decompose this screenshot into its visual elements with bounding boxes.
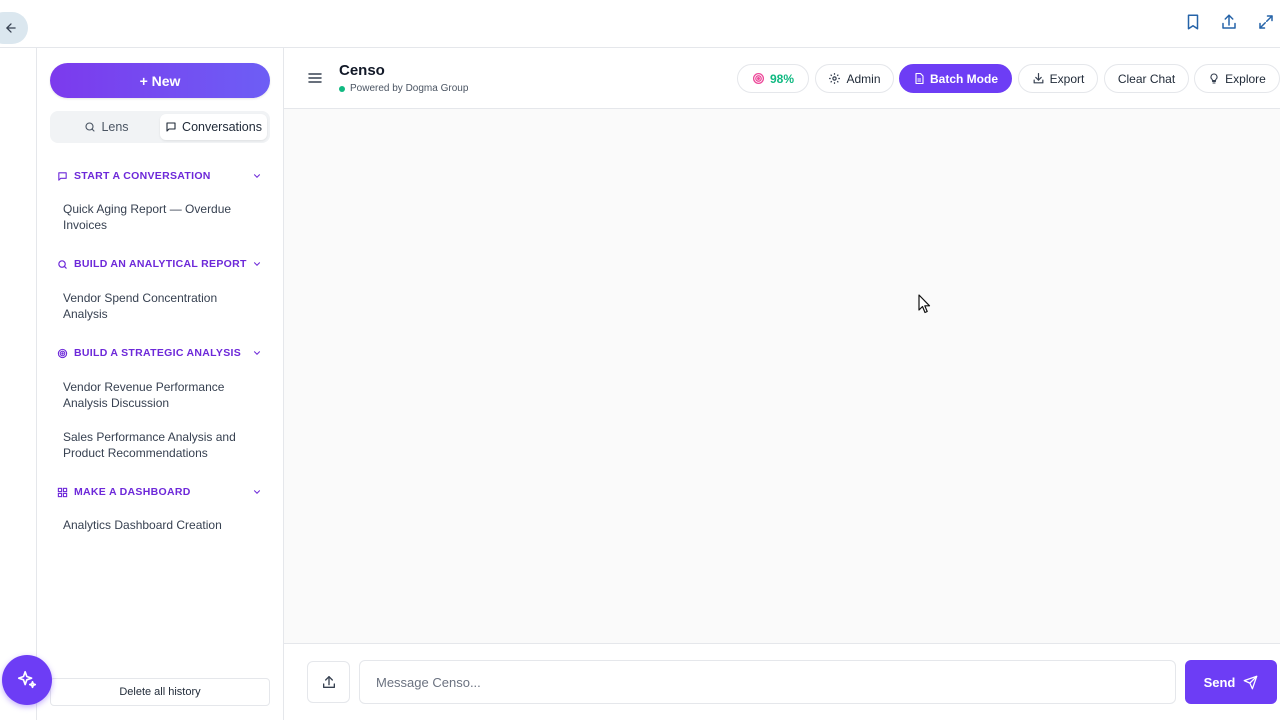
conversation-item[interactable]: Sales Performance Analysis and Product R… — [63, 429, 253, 461]
sidebar-tabs: Lens Conversations — [50, 111, 270, 143]
section-strategic-analysis[interactable]: BUILD A STRATEGIC ANALYSIS — [57, 344, 262, 362]
clear-chat-label: Clear Chat — [1117, 71, 1176, 86]
conversation-item[interactable]: Analytics Dashboard Creation — [63, 517, 253, 533]
admin-label: Admin — [846, 71, 881, 86]
batch-mode-label: Batch Mode — [929, 71, 998, 86]
chat-messages-area[interactable] — [284, 109, 1280, 643]
batch-mode-button[interactable]: Batch Mode — [899, 64, 1012, 93]
message-input[interactable] — [359, 660, 1176, 704]
document-icon — [913, 72, 925, 85]
chevron-down-icon — [252, 487, 262, 497]
export-label: Export — [1049, 71, 1085, 86]
bookmark-icon[interactable] — [1182, 11, 1204, 33]
section-title: BUILD AN ANALYTICAL REPORT — [74, 258, 247, 270]
section-title: START A CONVERSATION — [74, 170, 211, 182]
conversation-item[interactable]: Vendor Spend Concentration Analysis — [63, 290, 253, 322]
subtitle-text: Powered by Dogma Group — [350, 83, 469, 94]
send-icon — [1243, 675, 1258, 690]
sidebar: + New Lens Conversations START A CONVERS… — [37, 48, 284, 720]
score-badge[interactable]: 98% — [737, 64, 809, 93]
explore-label: Explore — [1225, 71, 1266, 86]
search-icon — [57, 259, 68, 270]
top-bar — [0, 0, 1280, 48]
chat-header: Censo Powered by Dogma Group 98% Admin B… — [284, 48, 1280, 109]
score-value: 98% — [769, 71, 795, 86]
chevron-down-icon — [252, 171, 262, 181]
chat-icon — [57, 171, 68, 182]
section-analytical-report[interactable]: BUILD AN ANALYTICAL REPORT — [57, 255, 262, 273]
gear-icon — [828, 72, 841, 85]
chat-icon — [165, 121, 177, 133]
delete-history-button[interactable]: Delete all history — [50, 678, 270, 706]
tab-lens-label: Lens — [101, 120, 129, 134]
search-icon — [84, 121, 96, 133]
mouse-cursor-icon — [918, 294, 932, 314]
new-button[interactable]: + New — [50, 63, 270, 98]
upload-button[interactable] — [307, 661, 350, 703]
expand-icon[interactable] — [1255, 11, 1277, 33]
conversation-item[interactable]: Vendor Revenue Performance Analysis Disc… — [63, 379, 253, 411]
send-label: Send — [1203, 674, 1236, 690]
status-dot — [339, 85, 345, 92]
back-button[interactable] — [0, 12, 28, 44]
tab-lens[interactable]: Lens — [53, 114, 160, 140]
assistant-fab-button[interactable] — [2, 655, 52, 705]
left-rail — [0, 48, 37, 720]
grid-icon — [57, 487, 68, 498]
send-button[interactable]: Send — [1185, 660, 1277, 704]
lightbulb-icon — [1208, 72, 1220, 85]
share-icon[interactable] — [1218, 11, 1240, 33]
section-start-conversation[interactable]: START A CONVERSATION — [57, 167, 262, 185]
chevron-down-icon — [252, 259, 262, 269]
upload-icon — [321, 674, 337, 690]
tab-conversations-label: Conversations — [182, 120, 262, 134]
tab-conversations[interactable]: Conversations — [160, 114, 267, 140]
admin-button[interactable]: Admin — [815, 64, 894, 93]
export-button[interactable]: Export — [1018, 64, 1098, 93]
target-icon — [752, 72, 765, 85]
download-icon — [1032, 72, 1045, 85]
chevron-down-icon — [252, 348, 262, 358]
clear-chat-button[interactable]: Clear Chat — [1104, 64, 1189, 93]
page-title: Censo — [339, 62, 385, 79]
arrow-left-icon — [4, 21, 18, 35]
conversation-item[interactable]: Quick Aging Report — Overdue Invoices — [63, 201, 253, 233]
menu-icon[interactable] — [307, 70, 323, 86]
target-icon — [57, 348, 68, 359]
section-title: BUILD A STRATEGIC ANALYSIS — [74, 347, 242, 359]
section-title: MAKE A DASHBOARD — [74, 486, 191, 498]
sparkle-icon — [16, 669, 38, 691]
section-dashboard[interactable]: MAKE A DASHBOARD — [57, 483, 262, 501]
explore-button[interactable]: Explore — [1194, 64, 1280, 93]
message-composer: Send — [284, 643, 1280, 720]
page-subtitle: Powered by Dogma Group — [339, 83, 468, 94]
